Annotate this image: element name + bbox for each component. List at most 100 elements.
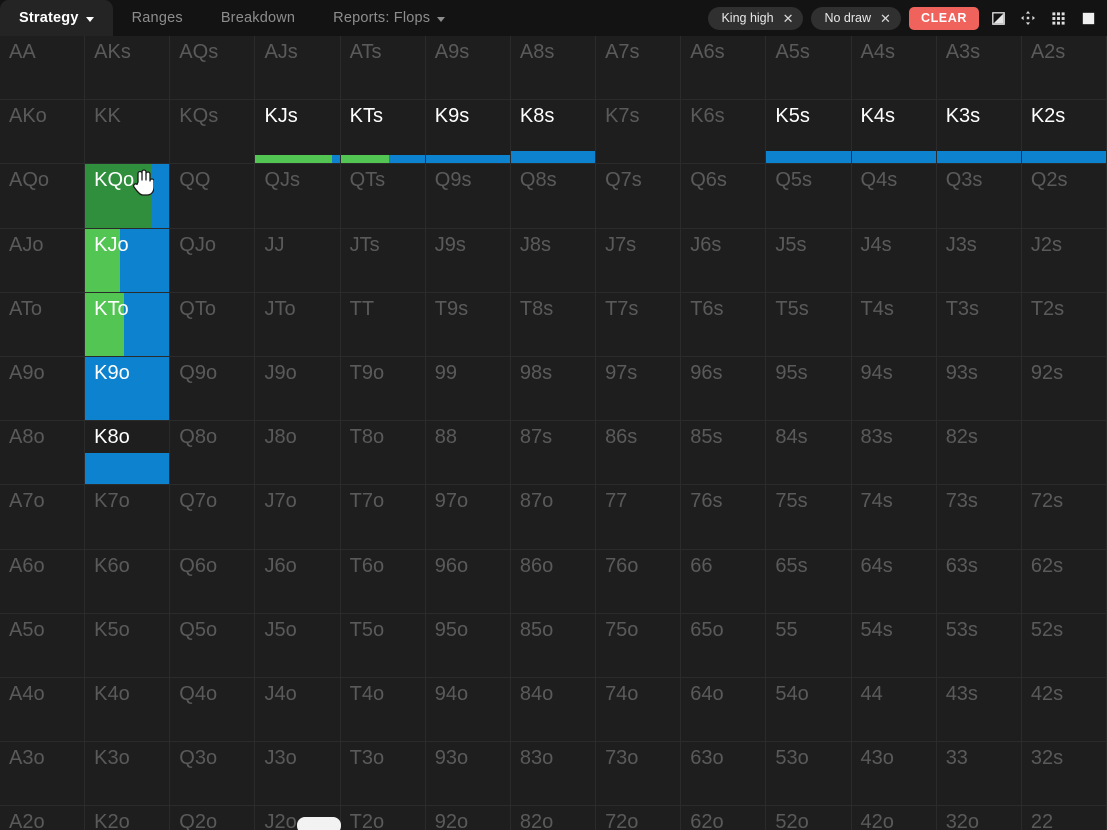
hand-cell[interactable]: 76s [681, 485, 767, 550]
hand-cell[interactable]: T8o [340, 421, 426, 486]
hand-cell[interactable]: 96s [681, 356, 767, 422]
filter-chip-king-high[interactable]: King high ✕ [708, 6, 804, 30]
hand-cell[interactable]: A4o [0, 677, 86, 743]
hand-cell[interactable]: T6o [340, 549, 426, 614]
hand-cell[interactable]: 64o [681, 677, 767, 743]
hand-cell[interactable]: AQo [0, 164, 86, 229]
contrast-icon[interactable] [987, 5, 1009, 31]
hand-cell[interactable]: J5s [766, 228, 852, 293]
hand-cell[interactable]: 94s [851, 356, 937, 422]
hand-cell[interactable]: Q7s [596, 164, 682, 229]
hand-cell[interactable]: J8s [510, 228, 597, 293]
hand-cell[interactable]: 85s [681, 421, 767, 486]
hand-cell[interactable]: 86o [510, 549, 597, 614]
hand-cell[interactable]: 97s [596, 356, 682, 422]
hand-cell[interactable]: QQ [170, 164, 256, 229]
hand-cell[interactable]: 62o [681, 806, 767, 830]
hand-cell[interactable]: 87o [510, 485, 597, 550]
hand-cell[interactable]: Q5o [170, 613, 256, 678]
hand-cell[interactable]: 82o [510, 806, 597, 830]
hand-cell[interactable]: TT [340, 292, 426, 357]
hand-cell[interactable]: 52o [766, 806, 852, 830]
hand-cell[interactable]: K3o [85, 742, 171, 807]
hand-cell[interactable]: A5s [766, 36, 852, 101]
hand-cell[interactable]: 95o [425, 613, 511, 678]
hand-cell[interactable]: A6s [681, 36, 767, 101]
hand-cell[interactable]: 22 [1021, 806, 1107, 830]
hand-cell[interactable]: A2s [1021, 36, 1107, 101]
hand-cell[interactable]: K8o [85, 421, 171, 486]
hand-cell[interactable]: A3s [936, 36, 1022, 101]
clear-button[interactable]: CLEAR [908, 6, 979, 30]
hand-cell[interactable]: K7s [596, 100, 682, 165]
hand-cell[interactable]: A7o [0, 485, 86, 550]
hand-cell[interactable]: A9o [0, 356, 86, 422]
hand-cell[interactable]: Q9o [170, 356, 256, 422]
hand-cell[interactable]: AA [0, 36, 86, 101]
hand-cell[interactable]: K4s [851, 100, 937, 165]
hand-cell[interactable]: A8o [0, 421, 86, 486]
hand-cell[interactable]: KTs [340, 100, 426, 165]
hand-cell[interactable]: T3s [936, 292, 1022, 357]
hand-cell[interactable]: 83s [851, 421, 937, 486]
hand-cell[interactable]: Q3o [170, 742, 256, 807]
hand-cell[interactable]: K4o [85, 677, 171, 743]
hand-cell[interactable]: Q6s [681, 164, 767, 229]
hand-cell[interactable]: K2s [1021, 100, 1107, 165]
hand-cell[interactable]: 44 [851, 677, 937, 743]
hand-cell[interactable]: Q2o [170, 806, 256, 830]
hand-cell[interactable]: QJo [170, 228, 256, 293]
hand-cell[interactable]: K6s [681, 100, 767, 165]
hand-cell[interactable]: A8s [510, 36, 597, 101]
hand-cell[interactable]: 74s [851, 485, 937, 550]
hand-cell[interactable]: AJs [255, 36, 341, 101]
hand-cell[interactable]: T5o [340, 613, 426, 678]
hand-cell[interactable]: J7s [596, 228, 682, 293]
hand-cell[interactable]: 82s2 [1021, 421, 1107, 486]
hand-cell[interactable]: 63s [936, 549, 1022, 614]
hand-cell[interactable]: KJo [85, 228, 171, 293]
hand-cell[interactable]: K3s [936, 100, 1022, 165]
hand-cell[interactable]: Q4o [170, 677, 256, 743]
hand-cell[interactable]: 72s [1021, 485, 1107, 550]
hand-cell[interactable]: J8o [255, 421, 341, 486]
hand-cell[interactable]: J4s [851, 228, 937, 293]
hand-cell[interactable]: 98s [510, 356, 597, 422]
hand-cell[interactable]: 92o [425, 806, 511, 830]
hand-cell[interactable]: A4s [851, 36, 937, 101]
hand-cell[interactable]: K5s [766, 100, 852, 165]
tab-reports-flops[interactable]: Reports: Flops [314, 0, 464, 36]
hand-cell[interactable]: 76o [596, 549, 682, 614]
hand-cell[interactable]: J2s [1021, 228, 1107, 293]
hand-cell[interactable]: 84s [766, 421, 852, 486]
hand-cell[interactable]: 32s [1021, 742, 1107, 807]
hand-cell[interactable]: KJs [255, 100, 341, 165]
hand-cell[interactable]: JTs [340, 228, 426, 293]
hand-cell[interactable]: Q2s [1021, 164, 1107, 229]
hand-cell[interactable]: 33 [936, 742, 1022, 807]
hand-cell[interactable]: QTo [170, 292, 256, 357]
hand-cell[interactable]: 53s [936, 613, 1022, 678]
move-arrows-icon[interactable] [1017, 5, 1039, 31]
hand-cell[interactable]: 75s [766, 485, 852, 550]
filter-chip-no-draw[interactable]: No draw ✕ [811, 6, 901, 30]
hand-cell[interactable]: 96o [425, 549, 511, 614]
hand-cell[interactable]: T8s [510, 292, 597, 357]
hand-cell[interactable]: J3s [936, 228, 1022, 293]
close-icon[interactable]: ✕ [783, 12, 794, 25]
hand-cell[interactable]: Q5s [766, 164, 852, 229]
hand-cell[interactable]: 75o [596, 613, 682, 678]
hand-cell[interactable]: T7o [340, 485, 426, 550]
hand-cell[interactable]: 54s [851, 613, 937, 678]
hand-cell[interactable]: 95s [766, 356, 852, 422]
hand-cell[interactable]: T7s [596, 292, 682, 357]
hand-cell[interactable]: K9s [425, 100, 511, 165]
hand-cell[interactable]: T2o [340, 806, 426, 830]
hand-cell[interactable]: 42s [1021, 677, 1107, 743]
hand-cell[interactable]: K7o [85, 485, 171, 550]
hand-cell[interactable]: 94o [425, 677, 511, 743]
hand-cell[interactable]: 84o [510, 677, 597, 743]
hand-cell[interactable]: T4o [340, 677, 426, 743]
hand-cell[interactable]: A3o [0, 742, 86, 807]
hand-cell[interactable]: Q9s [425, 164, 511, 229]
